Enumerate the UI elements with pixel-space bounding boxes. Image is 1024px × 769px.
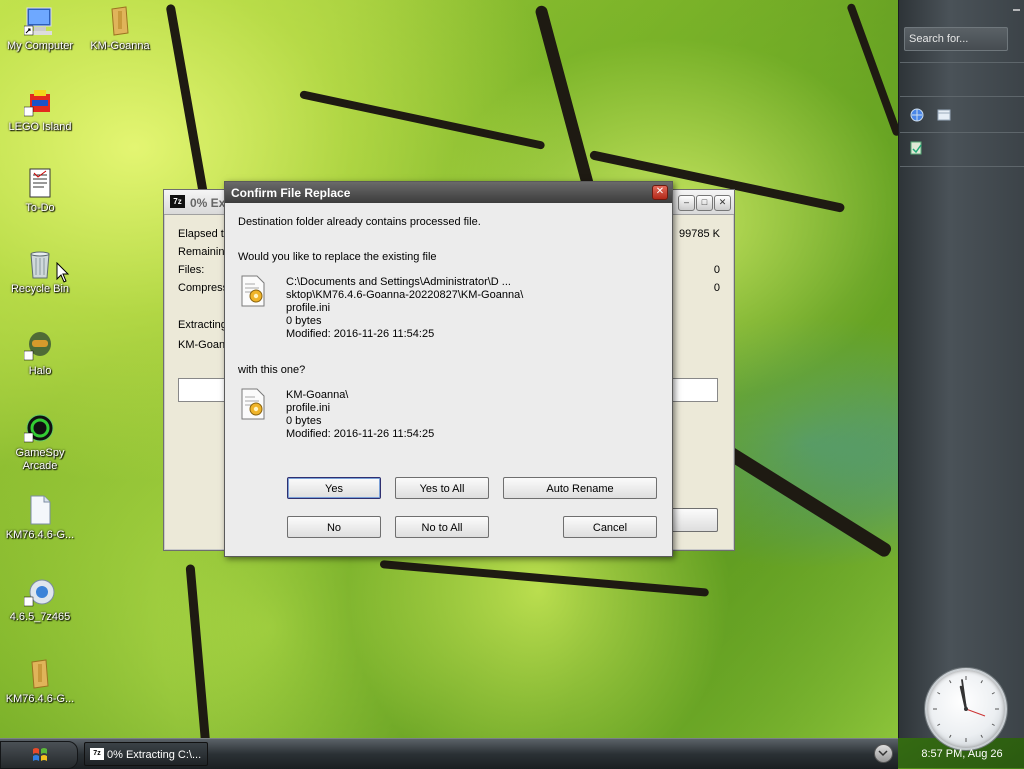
desktop-icon-label: KM-Goanna — [90, 40, 150, 52]
taskbar: 7z 0% Extracting C:\... — [0, 738, 898, 769]
yes-button[interactable]: Yes — [287, 477, 381, 499]
desktop-icon-label: Halo — [28, 365, 52, 377]
desktop-icon-label: To-Do — [25, 202, 55, 214]
maximize-button[interactable]: □ — [696, 195, 713, 211]
desktop-icon-label: 4.6.5_7z465 — [9, 611, 71, 623]
desktop-icon-gamespy-arcade[interactable]: GameSpy Arcade — [0, 412, 80, 473]
existing-file-name: profile.ini — [286, 302, 331, 314]
yes-to-all-button[interactable]: Yes to All — [395, 477, 489, 499]
new-file-size: 0 bytes — [286, 415, 322, 427]
minimize-button[interactable]: – — [678, 195, 695, 211]
gamespy-icon — [23, 412, 56, 444]
windows-logo-icon — [33, 748, 47, 761]
no-to-all-button[interactable]: No to All — [395, 516, 489, 538]
new-file-modified: Modified: 2016-11-26 11:54:25 — [286, 428, 435, 440]
extracting-path: KM-Goan — [178, 339, 226, 351]
remaining-label: Remaining — [178, 246, 231, 258]
start-button[interactable] — [0, 741, 78, 769]
sidebar-divider — [900, 166, 1024, 167]
desktop-icon-to-do[interactable]: To-Do — [0, 167, 80, 215]
desktop-icon-label: KM76.4.6-G... — [5, 529, 75, 541]
sidebar-clock-text: 8:57 PM, Aug 26 — [921, 748, 1003, 760]
sidebar-search-input[interactable]: Search for... — [904, 27, 1008, 51]
mouse-cursor-icon — [56, 262, 70, 283]
sidebar-divider — [900, 132, 1024, 133]
existing-file-info: C:\Documents and Settings\Administrator\… — [286, 276, 523, 341]
dialog-message: Destination folder already contains proc… — [238, 216, 481, 228]
size-value: 99785 K — [679, 228, 720, 240]
compression-label: Compress — [178, 282, 229, 294]
network-tray-icon[interactable] — [909, 107, 925, 123]
ini-file-icon — [239, 275, 267, 307]
existing-file-modified: Modified: 2016-11-26 11:54:25 — [286, 328, 435, 340]
analog-clock — [925, 668, 1007, 750]
blank-file-icon — [24, 494, 56, 526]
desktop-icon-lego-island[interactable]: LEGO Island — [0, 86, 80, 134]
new-file-info: KM-Goanna\ profile.ini 0 bytes Modified:… — [286, 389, 434, 441]
dialog-title: Confirm File Replace — [231, 186, 351, 200]
compression-value: 0 — [713, 282, 720, 294]
desktop-icon-label: GameSpy Arcade — [15, 447, 65, 472]
dialog-question: Would you like to replace the existing f… — [238, 251, 437, 263]
existing-file-path-line2: sktop\KM76.4.6-Goanna-20220827\KM-Goanna… — [286, 289, 524, 301]
dialog-close-button[interactable]: ✕ — [652, 185, 668, 200]
desktop-icon-km76-zip[interactable]: KM76.4.6-G... — [0, 658, 80, 706]
box-tray-icon[interactable] — [936, 107, 952, 123]
desktop-icon-label: KM76.4.6-G... — [5, 693, 75, 705]
desktop-icon-7z465[interactable]: 4.6.5_7z465 — [0, 576, 80, 624]
branch — [379, 560, 710, 597]
auto-rename-button[interactable]: Auto Rename — [503, 477, 657, 499]
app-tray-icon[interactable] — [908, 140, 924, 156]
7zip-app-icon: 7z — [170, 195, 185, 208]
existing-file-size: 0 bytes — [286, 315, 322, 327]
computer-icon — [23, 5, 56, 37]
document-icon — [24, 167, 56, 199]
no-button[interactable]: No — [287, 516, 381, 538]
cancel-button[interactable]: Cancel — [563, 516, 657, 538]
sidebar-divider — [900, 62, 1024, 63]
desktop-icon-label: My Computer — [6, 40, 74, 52]
desktop-icon-km-goanna[interactable]: KM-Goanna — [80, 5, 160, 53]
files-value: 0 — [713, 264, 720, 276]
sidebar-divider — [900, 96, 1024, 97]
elapsed-label: Elapsed ti — [178, 228, 227, 240]
taskbar-item-extracting[interactable]: 7z 0% Extracting C:\... — [84, 742, 208, 766]
sidebar-minimize-icon[interactable] — [1012, 3, 1022, 13]
desktop-icon-label: LEGO Island — [8, 121, 72, 133]
existing-file-path-line1: C:\Documents and Settings\Administrator\… — [286, 276, 511, 288]
installer-icon — [23, 576, 56, 608]
branch — [299, 90, 546, 150]
new-file-name: profile.ini — [286, 402, 331, 414]
branch — [185, 564, 212, 738]
branch — [716, 441, 894, 559]
new-file-folder: KM-Goanna\ — [286, 389, 349, 401]
ini-file-icon — [239, 388, 267, 420]
confirm-file-replace-dialog: Confirm File Replace ✕ Destination folde… — [224, 181, 673, 557]
folder-zip-icon — [24, 658, 56, 690]
taskbar-item-label: 0% Extracting C:\... — [107, 749, 202, 761]
files-label: Files: — [178, 264, 205, 276]
branch — [534, 4, 598, 201]
desktop-icon-km76-file[interactable]: KM76.4.6-G... — [0, 494, 80, 542]
close-button[interactable]: ✕ — [714, 195, 731, 211]
desktop-icon-my-computer[interactable]: My Computer — [0, 5, 80, 53]
extracting-label: Extracting — [178, 319, 227, 331]
window-title: 0% Ex — [190, 196, 226, 210]
7zip-task-icon: 7z — [90, 748, 104, 760]
desktop-icon-label: Recycle Bin — [10, 283, 70, 295]
clock-face-icon — [933, 676, 999, 742]
halo-icon — [23, 330, 56, 362]
lego-island-icon — [23, 86, 56, 118]
desktop-icon-halo[interactable]: Halo — [0, 330, 80, 378]
tray-expand-chevron-icon[interactable] — [874, 744, 893, 763]
branch — [846, 2, 898, 137]
folder-zip-icon — [104, 5, 136, 37]
recycle-bin-icon — [24, 248, 56, 280]
dialog-titlebar[interactable]: Confirm File Replace ✕ — [225, 182, 672, 203]
with-this-label: with this one? — [238, 364, 306, 376]
